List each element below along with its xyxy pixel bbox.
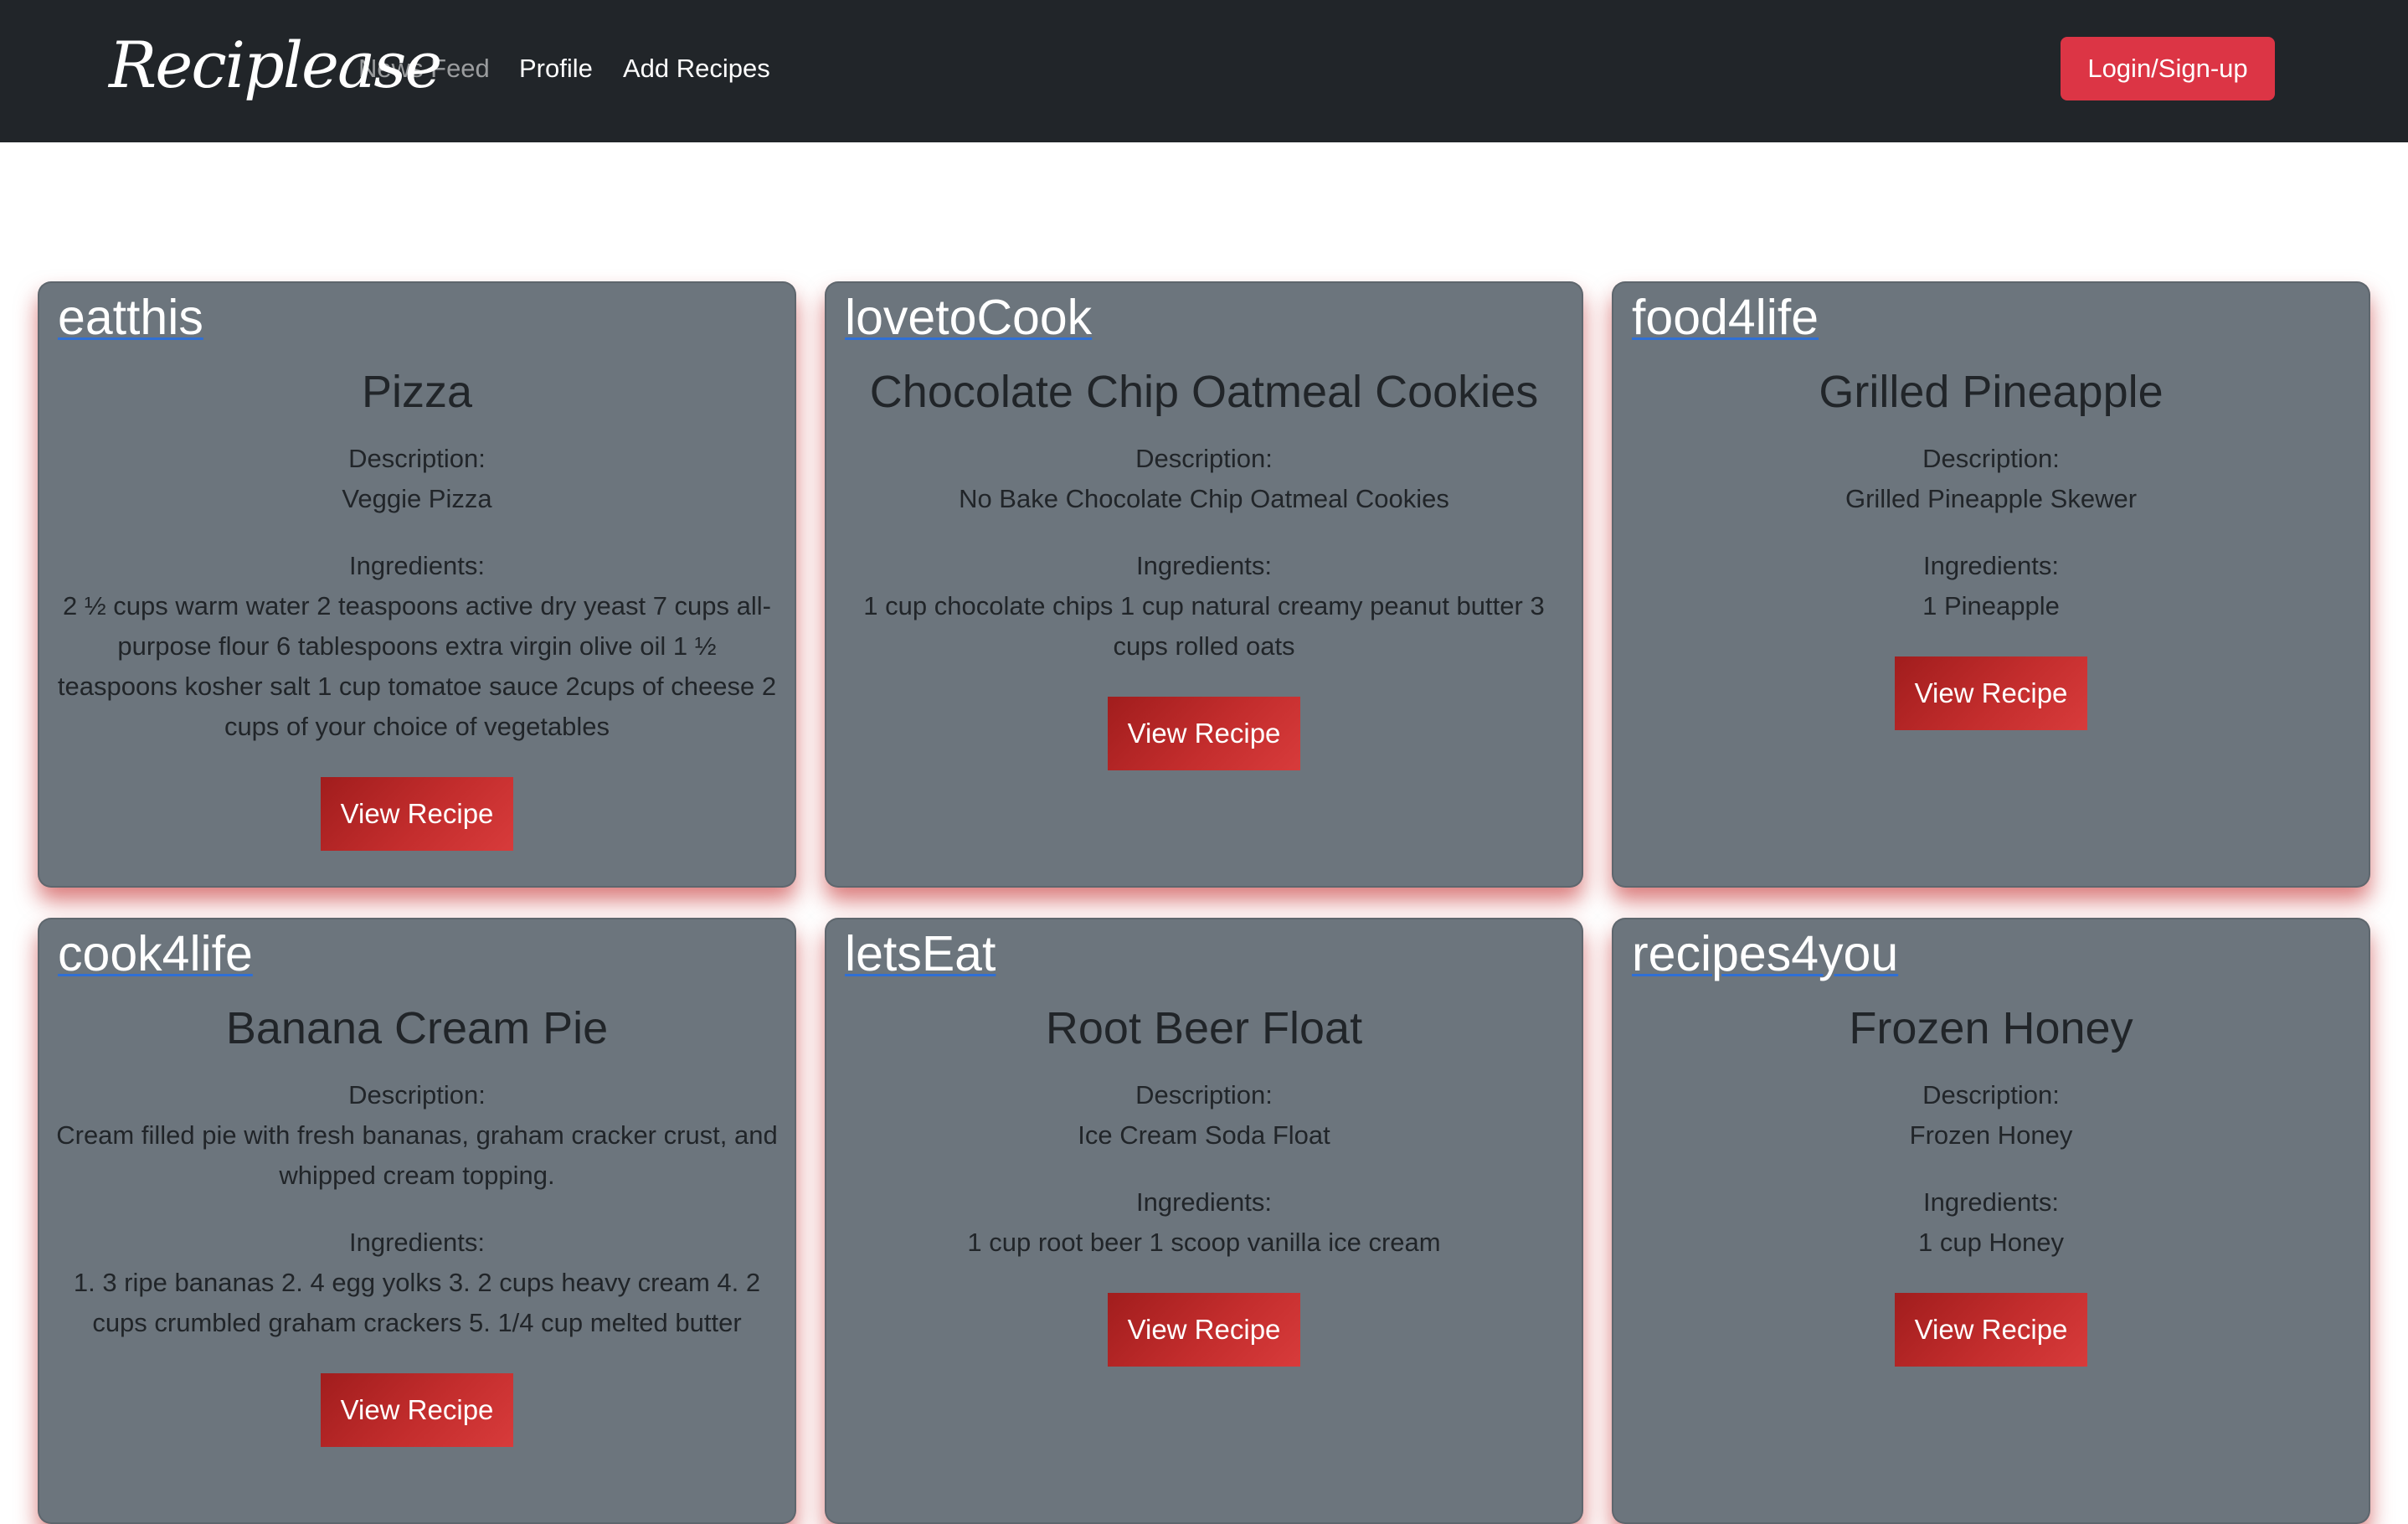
description-label: Description: (348, 444, 486, 473)
card-username-link[interactable]: recipes4you (1632, 924, 1898, 983)
description-label: Description: (348, 1080, 486, 1110)
view-recipe-button[interactable]: View Recipe (1108, 697, 1300, 770)
recipe-card: lovetoCook Chocolate Chip Oatmeal Cookie… (825, 281, 1583, 888)
view-recipe-button[interactable]: View Recipe (1108, 1293, 1300, 1367)
card-username-link[interactable]: letsEat (845, 924, 996, 983)
description-label: Description: (1922, 444, 2060, 473)
recipe-card: food4life Grilled Pineapple Description:… (1612, 281, 2370, 888)
description-text: Grilled Pineapple Skewer (1845, 484, 2138, 513)
card-username-link[interactable]: food4life (1632, 288, 1819, 347)
ingredients-text: 1 cup root beer 1 scoop vanilla ice crea… (967, 1228, 1441, 1257)
ingredients-text: 1 cup chocolate chips 1 cup natural crea… (863, 591, 1545, 661)
recipe-title: Chocolate Chip Oatmeal Cookies (869, 367, 1539, 417)
card-body: Banana Cream Pie Description: Cream fill… (56, 995, 778, 1447)
description-text: Frozen Honey (1909, 1120, 2073, 1150)
recipe-card: cook4life Banana Cream Pie Description: … (38, 918, 796, 1524)
recipe-title: Grilled Pineapple (1819, 367, 2164, 417)
recipe-title: Root Beer Float (1045, 1003, 1363, 1053)
ingredients-text: 1. 3 ripe bananas 2. 4 egg yolks 3. 2 cu… (73, 1268, 761, 1337)
card-body: Pizza Description: Veggie Pizza Ingredie… (56, 358, 778, 851)
card-username-link[interactable]: cook4life (58, 924, 253, 983)
description-text: Veggie Pizza (342, 484, 492, 513)
nav-news-feed[interactable]: News Feed (358, 50, 490, 87)
recipe-card: recipes4you Frozen Honey Description: Fr… (1612, 918, 2370, 1524)
description-text: Ice Cream Soda Float (1078, 1120, 1330, 1150)
view-recipe-button[interactable]: View Recipe (1895, 1293, 2087, 1367)
ingredients-label: Ingredients: (1136, 1187, 1272, 1217)
card-body: Chocolate Chip Oatmeal Cookies Descripti… (843, 358, 1565, 770)
card-username-link[interactable]: lovetoCook (845, 288, 1092, 347)
description-label: Description: (1922, 1080, 2060, 1110)
ingredients-text: 1 cup Honey (1917, 1228, 2065, 1257)
ingredients-label: Ingredients: (1136, 551, 1272, 580)
card-body: Frozen Honey Description: Frozen Honey I… (1630, 995, 2352, 1367)
description-text: Cream filled pie with fresh bananas, gra… (56, 1120, 778, 1190)
recipe-card: letsEat Root Beer Float Description: Ice… (825, 918, 1583, 1524)
description-label: Description: (1135, 444, 1273, 473)
recipe-title: Frozen Honey (1849, 1003, 2133, 1053)
recipe-title: Banana Cream Pie (225, 1003, 609, 1053)
ingredients-label: Ingredients: (349, 1228, 485, 1257)
ingredients-label: Ingredients: (349, 551, 485, 580)
view-recipe-button[interactable]: View Recipe (1895, 656, 2087, 730)
view-recipe-button[interactable]: View Recipe (321, 1373, 513, 1447)
nav-profile[interactable]: Profile (519, 50, 593, 87)
recipe-title: Pizza (361, 367, 473, 417)
card-body: Grilled Pineapple Description: Grilled P… (1630, 358, 2352, 730)
navbar: Reciplease News Feed Profile Add Recipes… (0, 0, 2408, 142)
ingredients-text: 1 Pineapple (1922, 591, 2060, 620)
ingredients-text: 2 ½ cups warm water 2 teaspoons active d… (57, 591, 777, 741)
ingredients-label: Ingredients: (1923, 1187, 2059, 1217)
login-signup-button[interactable]: Login/Sign-up (2061, 37, 2275, 100)
description-text: No Bake Chocolate Chip Oatmeal Cookies (959, 484, 1449, 513)
card-username-link[interactable]: eatthis (58, 288, 203, 347)
ingredients-label: Ingredients: (1923, 551, 2059, 580)
recipe-card: eatthis Pizza Description: Veggie Pizza … (38, 281, 796, 888)
nav-add-recipes[interactable]: Add Recipes (623, 50, 770, 87)
view-recipe-button[interactable]: View Recipe (321, 777, 513, 851)
card-body: Root Beer Float Description: Ice Cream S… (843, 995, 1565, 1367)
description-label: Description: (1135, 1080, 1273, 1110)
